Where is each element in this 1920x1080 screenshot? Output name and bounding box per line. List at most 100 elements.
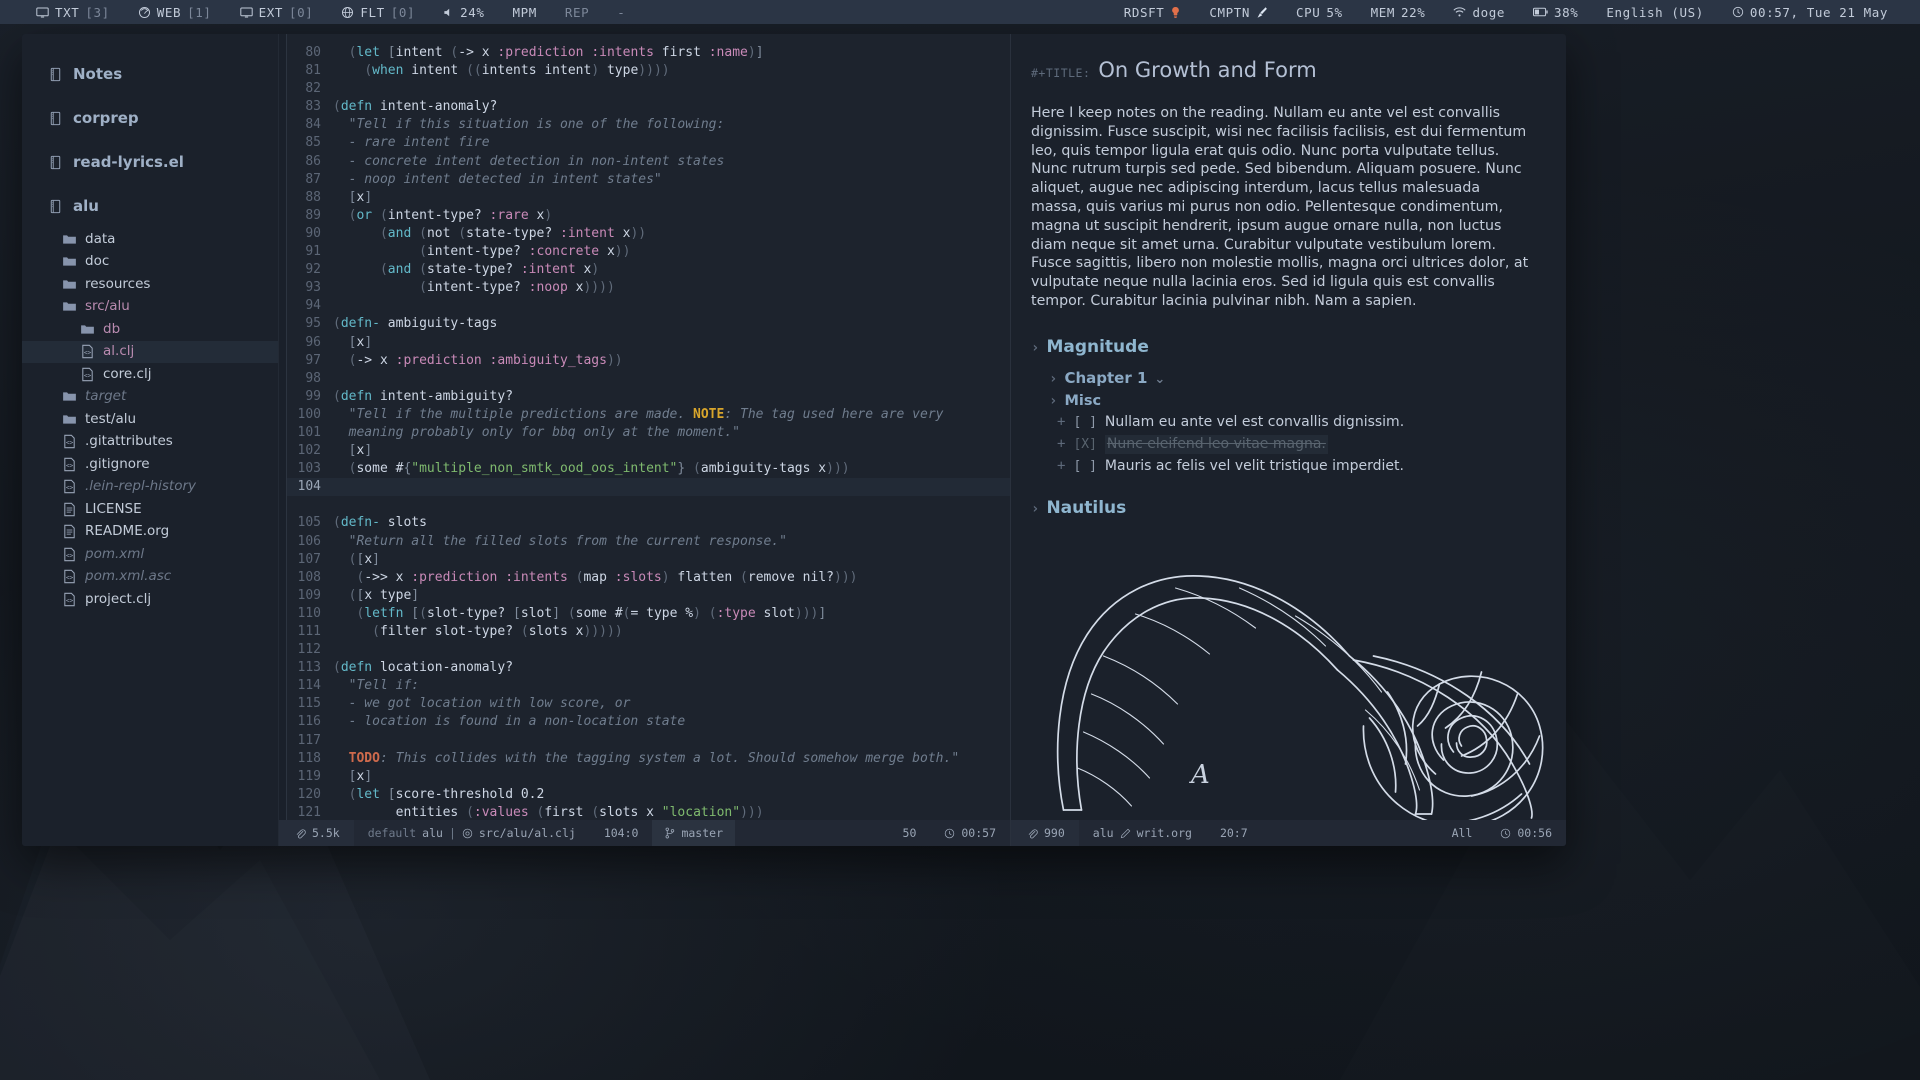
org-modeline-project-name: alu	[1092, 826, 1114, 840]
org-document-body[interactable]: #+TITLE: On Growth and Form Here I keep …	[1011, 34, 1566, 820]
topbar-item-txt[interactable]: TXT [3]	[22, 0, 124, 24]
topbar-item-volume[interactable]: 24%	[429, 0, 498, 24]
org-paragraph: Here I keep notes on the reading. Nullam…	[1031, 105, 1529, 309]
topbar-item-composition[interactable]: CMPTN	[1195, 0, 1282, 24]
topbar-cpu-label: CPU	[1296, 4, 1321, 20]
tree-item-label: src/alu	[85, 298, 130, 314]
tree-item-gitignore[interactable]: <> .gitignore	[22, 453, 278, 476]
sidebar-project-notes[interactable]: Notes	[22, 52, 278, 96]
tree-item-pom-xml-asc[interactable]: <> pom.xml.asc	[22, 566, 278, 589]
org-heading-nautilus[interactable]: › Nautilus	[1031, 498, 1540, 518]
org-title: On Growth and Form	[1098, 58, 1317, 82]
sidebar-project-label: Notes	[73, 64, 123, 83]
tree-item-license[interactable]: LICENSE	[22, 498, 278, 521]
org-title-row: #+TITLE: On Growth and Form	[1031, 58, 1540, 82]
file-tree-sidebar[interactable]: Notes corprep read-lyrics.el alu data doc…	[22, 34, 278, 846]
topbar-item-keyboard-layout[interactable]: English (US)	[1592, 0, 1718, 24]
folder-icon	[63, 257, 76, 266]
org-heading-misc[interactable]: › Misc	[1049, 393, 1540, 409]
org-modeline-project: alu writ.org	[1079, 820, 1206, 846]
modeline-project: default alu | src/alu/al.clj	[354, 820, 590, 846]
sidebar-project-read-lyrics[interactable]: read-lyrics.el	[22, 140, 278, 184]
svg-text:<>: <>	[66, 597, 74, 604]
tree-item-core-clj[interactable]: <> core.clj	[22, 363, 278, 386]
org-modeline-position: 20:7	[1206, 820, 1262, 846]
tree-item-label: db	[103, 320, 121, 337]
topbar-item-mpm[interactable]: MPM	[499, 0, 551, 24]
tree-item-label: data	[85, 230, 116, 247]
tree-item-label: pom.xml	[85, 545, 145, 562]
sidebar-project-corprep[interactable]: corprep	[22, 96, 278, 140]
tree-item-doc[interactable]: doc	[22, 251, 278, 274]
topbar-item-wifi[interactable]: doge	[1439, 0, 1519, 24]
org-notes-pane[interactable]: #+TITLE: On Growth and Form Here I keep …	[1010, 34, 1566, 846]
modeline-filesize: 5.5k	[279, 820, 354, 846]
code-file-icon: <>	[64, 592, 75, 606]
topbar-dash-label: -	[617, 4, 626, 20]
paperclip-icon	[1028, 828, 1038, 838]
sidebar-project-label: read-lyrics.el	[73, 152, 184, 171]
tree-item-src-alu[interactable]: src/alu	[22, 296, 278, 319]
topbar-item-cpu[interactable]: CPU 5%	[1282, 0, 1357, 24]
org-heading-label: Nautilus	[1046, 497, 1127, 518]
notebook-icon	[50, 67, 61, 81]
modeline-time-label: 00:57	[961, 826, 996, 840]
code-scroll-area[interactable]: 80 (let [intent (-> x :prediction :inten…	[279, 34, 1010, 820]
topbar-item-web[interactable]: WEB [1]	[124, 0, 226, 24]
modeline-separator: |	[448, 826, 456, 840]
checkbox-checked-icon[interactable]: [X]	[1073, 435, 1096, 454]
topbar-item-clock[interactable]: 00:57, Tue 21 May	[1718, 0, 1902, 24]
topbar-item-ext[interactable]: EXT [0]	[226, 0, 328, 24]
code-file-icon: <>	[64, 547, 75, 561]
notebook-icon	[50, 111, 61, 125]
checkbox-icon[interactable]: [ ]	[1073, 457, 1096, 476]
org-heading-label: Misc	[1064, 392, 1102, 409]
checkbox-icon[interactable]: [ ]	[1073, 413, 1096, 432]
topbar-ext-count: [0]	[288, 4, 314, 20]
code-file-icon: <>	[64, 435, 75, 449]
org-checkbox-item[interactable]: + [ ] Nullam eu ante vel est convallis d…	[1057, 413, 1540, 432]
wifi-icon	[1453, 6, 1466, 18]
topbar-item-memory[interactable]: MEM 22%	[1357, 0, 1440, 24]
org-heading-bullet-icon: ›	[1049, 392, 1058, 409]
globe-icon	[341, 6, 354, 19]
tree-item-gitattributes[interactable]: <> .gitattributes	[22, 431, 278, 454]
org-heading-chapter-1[interactable]: › Chapter 1 ⌄	[1049, 369, 1540, 387]
source-code[interactable]: 80 (let [intent (-> x :prediction :inten…	[279, 38, 1010, 820]
tree-item-label: pom.xml.asc	[85, 568, 172, 584]
tree-item-resources[interactable]: resources	[22, 273, 278, 296]
svg-text:<>: <>	[84, 350, 92, 357]
modeline-branch[interactable]: master	[652, 820, 735, 846]
org-checkbox-item[interactable]: + [ ] Mauris ac felis vel velit tristiqu…	[1057, 457, 1540, 476]
org-modeline-time-label: 00:56	[1517, 826, 1552, 840]
topbar-clock-label: 00:57, Tue 21 May	[1749, 4, 1888, 20]
code-editor-pane[interactable]: 80 (let [intent (-> x :prediction :inten…	[278, 34, 1010, 846]
tree-item-readme-org[interactable]: README.org	[22, 521, 278, 544]
topbar-volume-label: 24%	[460, 4, 485, 20]
modeline-position-label: 104:0	[603, 826, 639, 840]
emacs-frame: Notes corprep read-lyrics.el alu data doc…	[22, 34, 1566, 846]
folder-icon	[81, 325, 94, 334]
org-item-text: Nullam eu ante vel est convallis digniss…	[1104, 413, 1405, 430]
topbar-item-battery[interactable]: 38%	[1519, 0, 1592, 24]
topbar-item-redshift[interactable]: RDSFT	[1110, 0, 1196, 24]
folder-icon	[63, 302, 76, 311]
tree-item-project-clj[interactable]: <> project.clj	[22, 588, 278, 611]
org-modeline-clock: 00:56	[1486, 820, 1566, 846]
chevron-down-icon[interactable]: ⌄	[1154, 372, 1165, 387]
tree-item-target[interactable]: target	[22, 386, 278, 409]
topbar-right-group: RDSFT CMPTN CPU 5% MEM 22% doge 38% Engl…	[1110, 0, 1920, 24]
org-heading-magnitude[interactable]: › Magnitude	[1031, 337, 1540, 357]
org-checkbox-item[interactable]: + [X] Nunc eleifend leo vitae magna.	[1057, 434, 1540, 454]
sidebar-project-alu[interactable]: alu	[22, 184, 278, 228]
tree-item-test-alu[interactable]: test/alu	[22, 408, 278, 431]
tree-item-label: al.clj	[103, 343, 135, 359]
topbar-item-flt[interactable]: FLT [0]	[327, 0, 429, 24]
tree-item-pom-xml[interactable]: <> pom.xml	[22, 543, 278, 566]
tree-item-lein-repl-history[interactable]: <> .lein-repl-history	[22, 476, 278, 499]
tree-item-db[interactable]: db	[22, 318, 278, 341]
tree-item-data[interactable]: data	[22, 228, 278, 251]
topbar-item-rep[interactable]: REP	[551, 0, 603, 24]
tree-item-label: README.org	[85, 523, 170, 539]
tree-item-al-clj[interactable]: <> al.clj	[22, 340, 278, 363]
